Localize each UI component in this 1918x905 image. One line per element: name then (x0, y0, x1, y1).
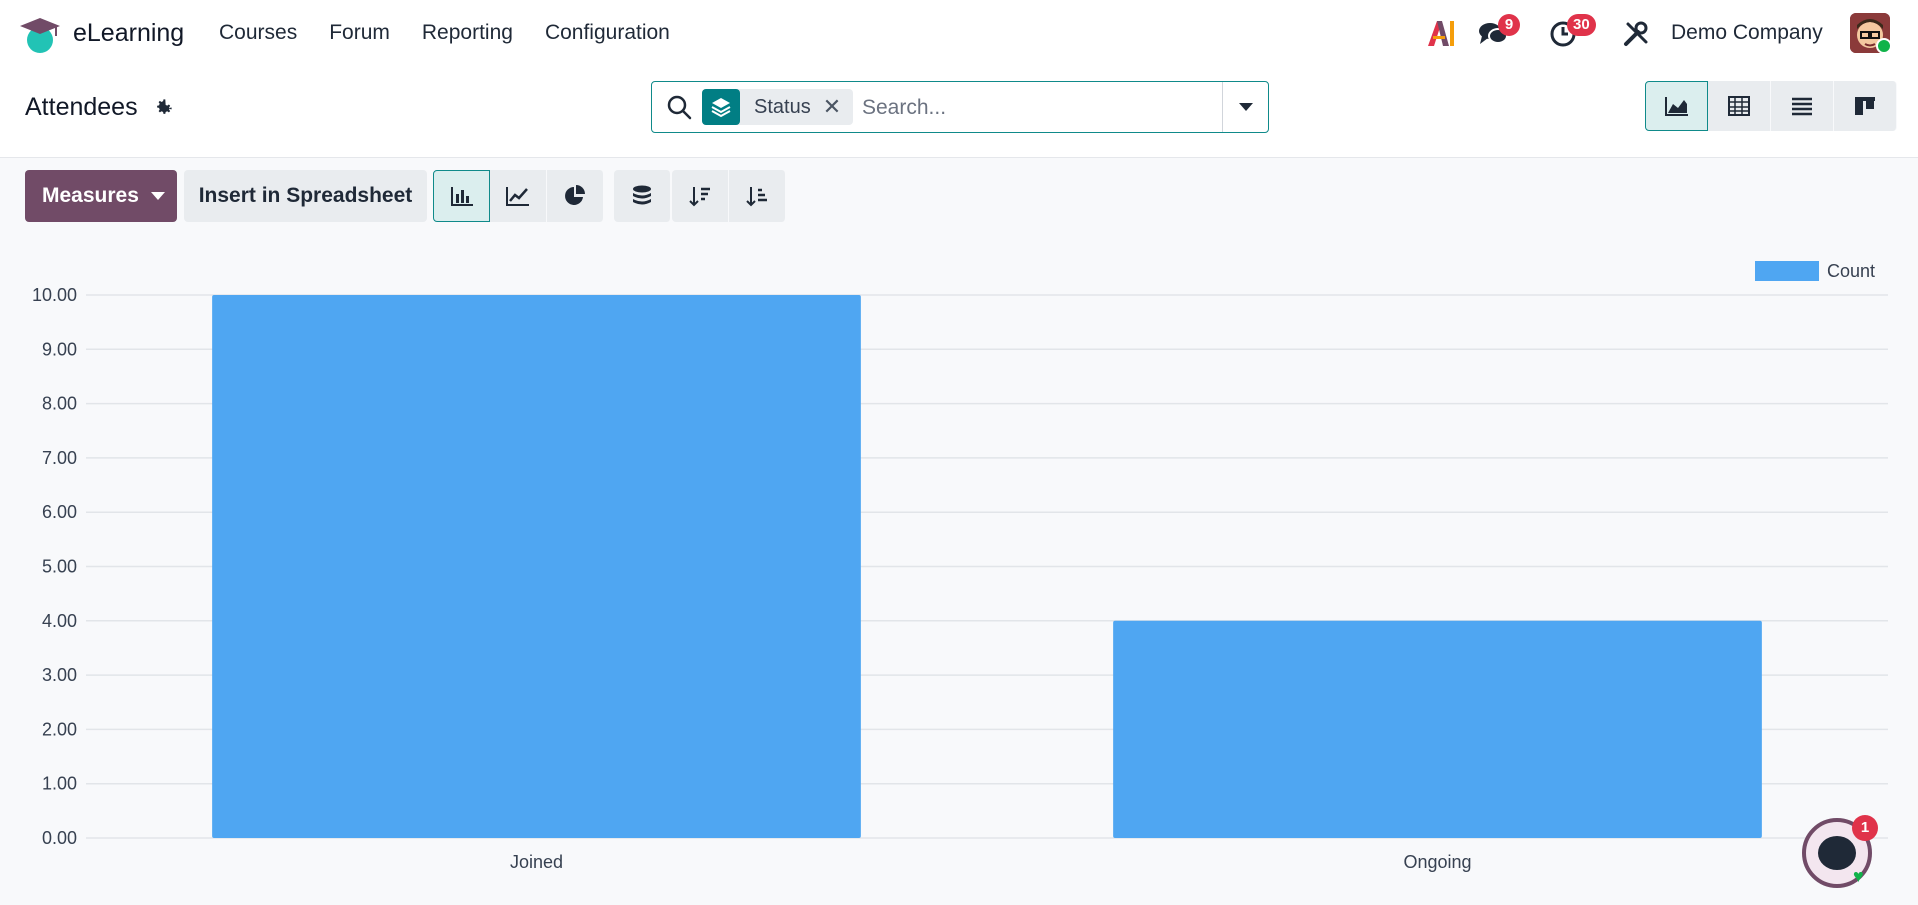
search-options-toggle[interactable] (1222, 82, 1268, 132)
line-chart-icon (506, 187, 529, 206)
bar-chart-button[interactable] (433, 170, 490, 222)
menu-item-courses[interactable]: Courses (219, 21, 297, 45)
stack-group (614, 170, 671, 222)
chevron-down-icon (1238, 103, 1253, 111)
view-kanban-button[interactable] (1834, 81, 1897, 131)
sort-desc-icon (689, 187, 710, 207)
tools-icon[interactable] (1622, 20, 1650, 48)
bar-joined (212, 295, 861, 838)
search-input[interactable] (862, 92, 1222, 124)
list-icon (1792, 97, 1812, 116)
control-panel: Attendees Status ✕ (0, 68, 1918, 158)
view-graph-button[interactable] (1645, 81, 1708, 131)
chat-badge: 9 (1498, 14, 1520, 36)
top-navbar: eLearning Courses Forum Reporting Config… (0, 0, 1918, 68)
y-tick-label: 6.00 (42, 502, 77, 522)
view-switcher (1645, 81, 1897, 131)
menu-item-configuration[interactable]: Configuration (545, 21, 670, 45)
insert-spreadsheet-label: Insert in Spreadsheet (198, 184, 413, 207)
activity-badge: 30 (1567, 14, 1596, 36)
bar-ongoing (1113, 620, 1762, 838)
y-tick-label: 5.00 (42, 557, 77, 577)
gear-icon[interactable] (152, 97, 174, 119)
view-pivot-button[interactable] (1708, 81, 1771, 131)
search-bar: Status ✕ (651, 81, 1269, 133)
area-chart-icon (1664, 97, 1688, 116)
y-tick-label: 2.00 (42, 719, 77, 739)
legend-label: Count (1827, 261, 1875, 281)
app-name[interactable]: eLearning (73, 19, 184, 48)
measures-label: Measures (42, 184, 139, 207)
bot-face-icon (1818, 836, 1856, 870)
y-tick-label: 9.00 (42, 339, 77, 359)
y-tick-label: 8.00 (42, 394, 77, 414)
sort-ascending-button[interactable] (729, 170, 786, 222)
bar-chart: 0.00 1.00 2.00 3.00 4.00 5.00 6.00 7.00 8.00 9.00… (32, 261, 1888, 872)
insert-spreadsheet-button[interactable]: Insert in Spreadsheet (184, 170, 427, 222)
y-tick-label: 1.00 (42, 774, 77, 794)
pie-chart-icon (565, 185, 585, 205)
chatbot-badge: 1 (1852, 815, 1878, 841)
page-title: Attendees (25, 93, 138, 121)
y-tick-label: 4.00 (42, 611, 77, 631)
layers-icon (702, 89, 740, 125)
stacked-button[interactable] (614, 170, 671, 222)
pie-chart-button[interactable] (547, 170, 604, 222)
presence-dot (1876, 38, 1892, 54)
menu-item-forum[interactable]: Forum (329, 21, 390, 45)
x-tick-label: Ongoing (1403, 852, 1471, 872)
main-menu: Courses Forum Reporting Configuration (219, 21, 702, 45)
bar-chart-icon (450, 187, 473, 206)
heart-icon: ♥ (1853, 866, 1864, 886)
chart-type-group (433, 170, 604, 222)
view-list-button[interactable] (1771, 81, 1834, 131)
legend-swatch (1755, 261, 1819, 281)
y-tick-label: 0.00 (42, 828, 77, 848)
ai-icon[interactable] (1426, 18, 1456, 48)
y-tick-label: 10.00 (32, 285, 77, 305)
company-switcher[interactable]: Demo Company (1671, 21, 1823, 45)
pivot-icon (1728, 96, 1750, 116)
menu-item-reporting[interactable]: Reporting (422, 21, 513, 45)
y-tick-label: 3.00 (42, 665, 77, 685)
stack-icon (633, 185, 651, 205)
facet-label: Status (754, 95, 811, 118)
chevron-down-icon (150, 192, 165, 200)
line-chart-button[interactable] (490, 170, 547, 222)
app-logo-icon[interactable] (18, 14, 62, 54)
sort-group (672, 170, 786, 222)
x-tick-label: Joined (510, 852, 563, 872)
graph-chart: 0.00 1.00 2.00 3.00 4.00 5.00 6.00 7.00 8.00 9.00… (0, 240, 1918, 905)
y-tick-label: 7.00 (42, 448, 77, 468)
measures-button[interactable]: Measures (25, 170, 177, 222)
sort-descending-button[interactable] (672, 170, 729, 222)
kanban-icon (1855, 97, 1875, 115)
close-icon[interactable]: ✕ (823, 94, 853, 120)
search-facet-status: Status ✕ (702, 89, 854, 125)
search-icon[interactable] (666, 94, 692, 120)
sort-asc-icon (746, 187, 767, 207)
